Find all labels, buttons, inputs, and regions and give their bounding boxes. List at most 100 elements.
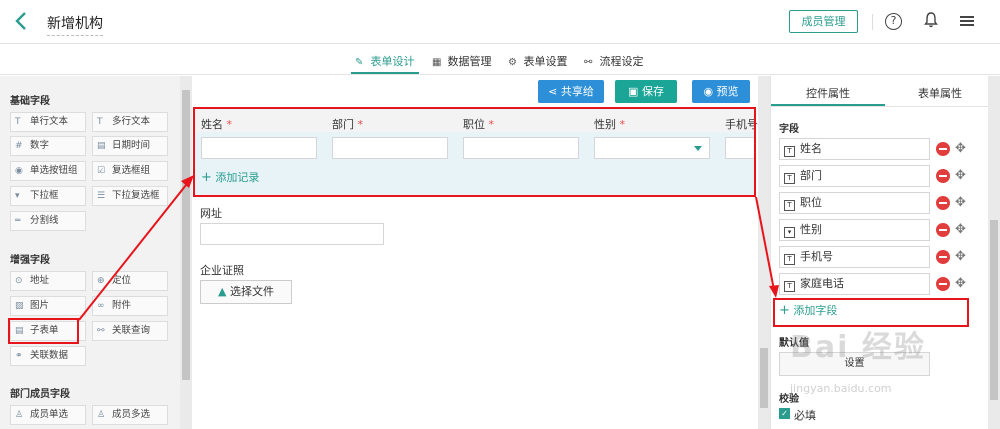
field-item[interactable]: ▾ 性别 [779,219,930,241]
help-icon[interactable]: ? [885,13,902,30]
menu-icon[interactable] [957,12,977,32]
grid-icon: ▦ [432,57,442,68]
canvas-scrollbar-thumb[interactable] [760,348,768,408]
enhanced-fields-title: 增强字段 [10,255,50,266]
text-field-icon: T [784,200,795,211]
website-input[interactable] [200,223,384,245]
palette-checkbox-group[interactable]: ☑ 复选框组 [92,161,168,181]
remove-field-icon[interactable] [936,142,950,156]
field-item[interactable]: T 姓名 [779,138,930,160]
watermark-url: jingyan.baidu.com [790,382,892,395]
save-icon: ▣ [628,85,639,98]
required-label: 必填 [794,409,816,422]
link-icon: ⚯ [97,326,105,336]
remove-field-icon[interactable] [936,250,950,264]
users-icon: ♙ [97,410,106,420]
panel-tab-divider [770,106,1000,107]
active-tab-underline [351,72,419,74]
text-icon: T [97,117,103,127]
field-item[interactable]: T 部门 [779,165,930,187]
palette-linked-query[interactable]: ⚯ 关联查询 [92,321,168,341]
fields-section-title: 字段 [779,124,799,135]
checkbox-icon: ☑ [97,166,106,176]
crosshair-icon: ⊕ [97,276,105,286]
dropdown-icon: ▾ [15,191,20,201]
palette-linked-data[interactable]: ⚭ 关联数据 [10,346,86,366]
save-button[interactable]: ▣ 保存 [615,80,677,103]
drag-move-icon[interactable]: ✥ [955,250,966,264]
palette-attachment[interactable]: ∞ 附件 [92,296,168,316]
license-label: 企业证照 [200,264,244,277]
palette-divider[interactable]: ═ 分割线 [10,211,86,231]
palette-member-single[interactable]: ♙ 成员单选 [10,405,86,425]
field-item[interactable]: T 手机号 [779,246,930,268]
basic-fields-title: 基础字段 [10,96,50,107]
flow-icon: ⚯ [584,57,593,68]
text-field-icon: T [784,146,795,157]
text-field-icon: T [784,173,795,184]
panel-scrollbar-thumb[interactable] [990,220,998,400]
location-pin-icon: ⊙ [15,276,23,286]
tab-form-properties[interactable]: 表单属性 [918,85,962,101]
annotation-subform-palette-box [8,318,79,344]
tab-form-settings[interactable]: ⚙ 表单设置 [508,53,568,69]
drag-move-icon[interactable]: ✥ [955,277,966,291]
header-divider [872,14,873,30]
tab-workflow[interactable]: ⚯ 流程设定 [584,53,644,69]
palette-datetime[interactable]: ▤ 日期时间 [92,136,168,156]
user-icon: ♙ [15,410,24,420]
calendar-icon: ▤ [97,141,106,151]
radio-icon: ◉ [15,166,23,176]
upload-icon: ▲ [218,285,227,298]
design-tabs: ✎ 表单设计 ▦ 数据管理 ⚙ 表单设置 ⚯ 流程设定 [0,45,1000,75]
link-data-icon: ⚭ [15,351,23,361]
palette-geolocation[interactable]: ⊕ 定位 [92,271,168,291]
remove-field-icon[interactable] [936,196,950,210]
palette-radio-group[interactable]: ◉ 单选按钮组 [10,161,86,181]
watermark-logo: Bai 经验 [790,330,926,365]
remove-field-icon[interactable] [936,169,950,183]
active-panel-tab-underline [771,104,885,106]
palette-multi-line-text[interactable]: T 多行文本 [92,112,168,132]
palette-member-multi[interactable]: ♙ 成员多选 [92,405,168,425]
pencil-icon: ✎ [355,57,364,68]
tab-form-design[interactable]: ✎ 表单设计 [355,53,415,69]
palette-image[interactable]: ▨ 图片 [10,296,86,316]
field-item[interactable]: T 职位 [779,192,930,214]
share-icon: ⋖ [548,85,558,98]
gear-icon: ⚙ [508,57,517,68]
top-header: 新增机构 成员管理 ? [0,0,1000,44]
dropdown-field-icon: ▾ [784,227,795,238]
tab-data-management[interactable]: ▦ 数据管理 [432,53,492,69]
palette-number[interactable]: # 数字 [10,136,86,156]
remove-field-icon[interactable] [936,277,950,291]
text-icon: T [15,117,21,127]
back-arrow-icon[interactable] [14,10,34,34]
drag-move-icon[interactable]: ✥ [955,196,966,210]
drag-move-icon[interactable]: ✥ [955,169,966,183]
eye-icon: ◉ [703,85,714,98]
choose-file-button[interactable]: ▲ 选择文件 [200,280,292,304]
annotation-subform-box [193,107,756,197]
annotation-add-field-box [773,298,969,327]
field-item[interactable]: T 家庭电话 [779,273,930,295]
palette-address[interactable]: ⊙ 地址 [10,271,86,291]
required-checkbox[interactable]: ✓ [779,408,790,419]
drag-move-icon[interactable]: ✥ [955,142,966,156]
paperclip-icon: ∞ [97,301,105,311]
palette-scrollbar-thumb[interactable] [182,90,190,380]
page-title[interactable]: 新增机构 [47,13,103,36]
palette-dropdown-multi[interactable]: ☰ 下拉复选框 [92,186,168,206]
member-management-button[interactable]: 成员管理 [789,10,858,33]
tab-control-properties[interactable]: 控件属性 [806,85,850,101]
palette-single-line-text[interactable]: T 单行文本 [10,112,86,132]
number-icon: # [15,141,23,151]
share-button[interactable]: ⋖ 共享给 [538,80,604,103]
preview-button[interactable]: ◉ 预览 [692,80,750,103]
palette-dropdown[interactable]: ▾ 下拉框 [10,186,86,206]
dept-member-fields-title: 部门成员字段 [10,389,70,400]
bell-icon[interactable] [921,12,941,32]
remove-field-icon[interactable] [936,223,950,237]
divider-icon: ═ [15,216,21,226]
drag-move-icon[interactable]: ✥ [955,223,966,237]
